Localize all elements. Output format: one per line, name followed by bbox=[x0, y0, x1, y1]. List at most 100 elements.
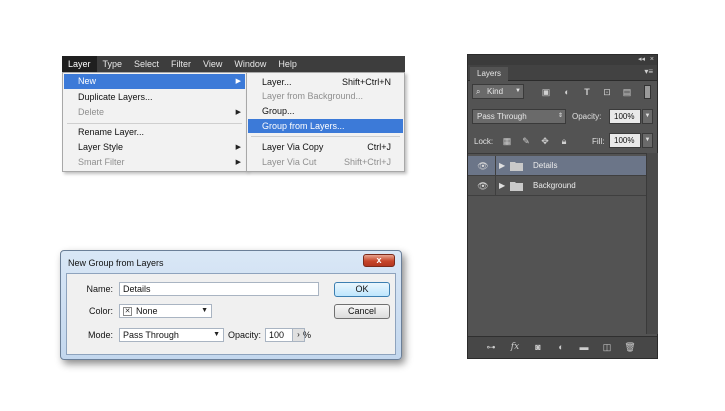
menu-item-label: Duplicate Layers... bbox=[78, 92, 153, 102]
fill-dropdown-button[interactable]: ▼ bbox=[642, 133, 653, 148]
visibility-eye-icon[interactable]: 👁︎ bbox=[476, 180, 490, 192]
layer-name: Details bbox=[533, 161, 558, 170]
panel-title-bar: ◂◂ × bbox=[468, 55, 657, 65]
submenu-item-layer-from-background[interactable]: Layer from Background... bbox=[248, 89, 403, 103]
opacity-input[interactable]: 100% bbox=[609, 109, 641, 124]
color-select[interactable]: ✕ None ▼ bbox=[119, 304, 212, 318]
submenu-item-label: Layer... bbox=[262, 77, 292, 87]
mode-select[interactable]: Pass Through ▼ bbox=[119, 328, 224, 342]
shortcut-label: Shift+Ctrl+N bbox=[341, 77, 391, 87]
close-icon[interactable]: × bbox=[650, 55, 654, 65]
layer-row-details[interactable]: 👁︎ ▶ Details bbox=[468, 156, 646, 176]
submenu-arrow-icon: ▶ bbox=[235, 144, 241, 151]
lock-pixels-icon[interactable]: ✎ bbox=[520, 135, 532, 147]
panel-menu-icon[interactable]: ▾≡ bbox=[644, 67, 653, 76]
ok-button[interactable]: OK bbox=[334, 282, 390, 297]
submenu-item-group[interactable]: Group... bbox=[248, 104, 403, 118]
menu-item-smart-filter[interactable]: Smart Filter ▶ bbox=[64, 155, 245, 170]
menu-item-layer-style[interactable]: Layer Style ▶ bbox=[64, 140, 245, 155]
lock-transparency-icon[interactable]: ▦ bbox=[501, 135, 513, 147]
color-label: Color: bbox=[88, 306, 113, 316]
blend-mode-select[interactable]: Pass Through ⇕ bbox=[472, 109, 566, 124]
menu-select[interactable]: Select bbox=[128, 56, 165, 72]
chevron-updown-icon: ⇕ bbox=[557, 113, 563, 119]
filter-kind-value: Kind bbox=[487, 87, 504, 96]
panel-bottom-toolbar: ⊶ fx ◙ ◐ ▬ ◫ 🗑︎ bbox=[468, 336, 657, 358]
mode-label: Mode: bbox=[87, 330, 113, 340]
lock-row: Lock: ▦ ✎ ✥ 🔒︎ Fill: 100% ▼ bbox=[468, 133, 657, 151]
chevron-down-icon: ▼ bbox=[201, 307, 208, 314]
layer-list: 👁︎ ▶ Details 👁︎ ▶ Background bbox=[468, 153, 646, 334]
menu-item-label: Layer Style bbox=[78, 142, 124, 152]
new-group-icon[interactable]: ▬ bbox=[577, 341, 591, 353]
submenu-item-group-from-layers[interactable]: Group from Layers... bbox=[248, 119, 403, 133]
menu-item-label: Rename Layer... bbox=[78, 127, 145, 137]
fill-label: Fill: bbox=[592, 137, 605, 146]
adjustment-layer-icon[interactable]: ◐ bbox=[554, 341, 568, 353]
opacity-input[interactable]: 100 › bbox=[265, 328, 305, 342]
shortcut-label: Ctrl+J bbox=[367, 142, 391, 152]
submenu-arrow-icon: ▶ bbox=[235, 78, 241, 85]
new-submenu: Layer... Shift+Ctrl+N Layer from Backgro… bbox=[246, 72, 405, 172]
adjustment-filter-icon[interactable]: ◐ bbox=[561, 86, 573, 98]
menu-item-label: New bbox=[78, 76, 97, 86]
menu-window[interactable]: Window bbox=[228, 56, 272, 72]
filter-toggle[interactable] bbox=[644, 85, 651, 99]
new-layer-icon[interactable]: ◫ bbox=[600, 341, 614, 353]
menu-item-new[interactable]: New ▶ bbox=[64, 74, 245, 89]
lock-all-icon[interactable]: 🔒︎ bbox=[558, 135, 570, 147]
fx-icon[interactable]: fx bbox=[508, 341, 522, 353]
type-filter-icon[interactable]: T bbox=[581, 86, 593, 98]
expand-caret-icon[interactable]: ▶ bbox=[499, 180, 505, 192]
new-group-dialog: New Group from Layers x Name: Details OK… bbox=[60, 250, 402, 360]
pixel-filter-icon[interactable]: ▣ bbox=[540, 86, 552, 98]
opacity-label: Opacity: bbox=[227, 330, 261, 340]
submenu-item-label: Layer Via Cut bbox=[262, 157, 317, 167]
layer-list-scrollbar[interactable] bbox=[646, 153, 658, 334]
menu-item-delete[interactable]: Delete ▶ bbox=[64, 105, 245, 120]
smart-object-filter-icon[interactable]: ▤ bbox=[621, 86, 633, 98]
menu-view[interactable]: View bbox=[197, 56, 228, 72]
submenu-item-layer-via-cut[interactable]: Layer Via Cut Shift+Ctrl+J bbox=[248, 155, 403, 169]
menu-item-label: Smart Filter bbox=[78, 157, 125, 167]
tab-layers[interactable]: Layers bbox=[470, 67, 509, 81]
chevron-down-icon: ▼ bbox=[515, 88, 521, 94]
menu-item-rename-layer[interactable]: Rename Layer... bbox=[64, 125, 245, 140]
menu-filter[interactable]: Filter bbox=[165, 56, 197, 72]
color-select-value: None bbox=[136, 306, 158, 316]
submenu-item-layer[interactable]: Layer... Shift+Ctrl+N bbox=[248, 75, 403, 89]
cancel-button[interactable]: Cancel bbox=[334, 304, 390, 319]
submenu-item-label: Layer from Background... bbox=[262, 91, 364, 101]
expand-caret-icon[interactable]: ▶ bbox=[499, 160, 505, 172]
menu-item-duplicate-layers[interactable]: Duplicate Layers... bbox=[64, 90, 245, 105]
add-mask-icon[interactable]: ◙ bbox=[531, 341, 545, 353]
column-divider bbox=[495, 176, 496, 196]
menu-separator bbox=[67, 123, 242, 124]
fill-input[interactable]: 100% bbox=[609, 133, 641, 148]
submenu-item-layer-via-copy[interactable]: Layer Via Copy Ctrl+J bbox=[248, 140, 403, 154]
layers-panel: ◂◂ × Layers ▾≡ ⌕ Kind ▼ ▣ ◐ T ⊡ ▤ Pass T… bbox=[467, 54, 658, 359]
visibility-eye-icon[interactable]: 👁︎ bbox=[476, 160, 490, 172]
menu-item-label: Delete bbox=[78, 107, 105, 117]
link-layers-icon[interactable]: ⊶ bbox=[484, 341, 498, 353]
collapse-icon[interactable]: ◂◂ bbox=[638, 55, 645, 65]
layer-row-background[interactable]: 👁︎ ▶ Background bbox=[468, 176, 646, 196]
name-input[interactable]: Details bbox=[119, 282, 319, 296]
menu-help[interactable]: Help bbox=[272, 56, 303, 72]
menu-layer[interactable]: Layer bbox=[62, 56, 97, 72]
lock-position-icon[interactable]: ✥ bbox=[539, 135, 551, 147]
blend-mode-value: Pass Through bbox=[477, 112, 527, 121]
dialog-close-button[interactable]: x bbox=[363, 254, 395, 267]
opacity-dropdown-button[interactable]: ▼ bbox=[642, 109, 653, 124]
trash-icon[interactable]: 🗑︎ bbox=[623, 341, 637, 353]
menu-type[interactable]: Type bbox=[97, 56, 129, 72]
filter-kind-select[interactable]: ⌕ Kind ▼ bbox=[472, 84, 524, 99]
dialog-title: New Group from Layers bbox=[68, 258, 164, 268]
opacity-label: Opacity: bbox=[572, 112, 602, 121]
lock-label: Lock: bbox=[474, 137, 494, 146]
menu-separator bbox=[251, 136, 400, 137]
shape-filter-icon[interactable]: ⊡ bbox=[601, 86, 613, 98]
shortcut-label: Shift+Ctrl+J bbox=[343, 157, 391, 167]
folder-icon bbox=[510, 162, 523, 171]
search-icon: ⌕ bbox=[476, 87, 481, 96]
